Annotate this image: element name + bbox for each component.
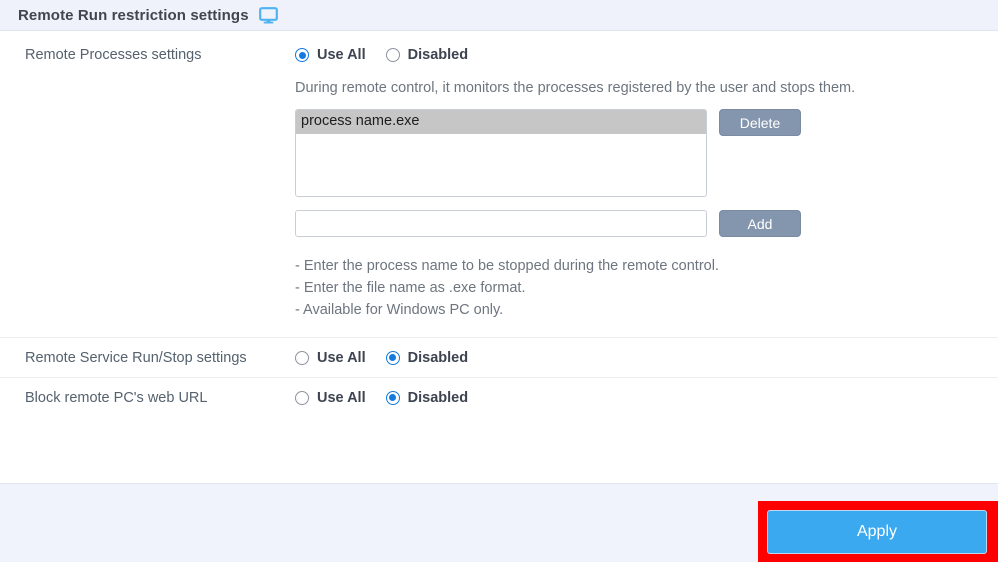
delete-button[interactable]: Delete xyxy=(719,109,801,136)
row-content-block-url: Use All Disabled xyxy=(295,388,998,408)
radio-mark-icon xyxy=(295,350,309,365)
radio-remote-processes-disabled[interactable]: Disabled xyxy=(385,47,469,63)
apply-button[interactable]: Apply xyxy=(767,510,987,554)
radio-label: Use All xyxy=(317,389,366,406)
row-content-remote-service: Use All Disabled xyxy=(295,348,998,368)
note-line: - Enter the file name as .exe format. xyxy=(295,280,526,296)
apply-button-annotation-highlight: Apply xyxy=(758,501,998,562)
add-button[interactable]: Add xyxy=(719,210,801,237)
radio-label: Disabled xyxy=(407,389,469,406)
row-label-remote-processes: Remote Processes settings xyxy=(25,47,202,63)
process-list-box[interactable]: process name.exe xyxy=(295,109,707,197)
radio-group-block-url: Use All Disabled xyxy=(295,388,468,408)
radio-mark-icon xyxy=(385,350,400,365)
radio-label: Disabled xyxy=(407,47,469,63)
radio-group-remote-service: Use All Disabled xyxy=(295,348,468,368)
row-label-block-url: Block remote PC's web URL xyxy=(25,389,208,406)
panel-body: Remote Processes settings Use All Disabl… xyxy=(0,31,998,417)
remote-processes-description: During remote control, it monitors the p… xyxy=(295,80,856,96)
radio-remote-processes-use-all[interactable]: Use All xyxy=(295,47,366,63)
process-list-area: process name.exe Delete xyxy=(295,109,988,197)
row-remote-service: Remote Service Run/Stop settings Use All… xyxy=(0,337,998,377)
note-line: - Available for Windows PC only. xyxy=(295,302,504,318)
radio-mark-icon xyxy=(385,48,400,62)
row-remote-processes: Remote Processes settings Use All Disabl… xyxy=(0,31,998,337)
page-title: Remote Run restriction settings xyxy=(18,6,249,24)
radio-label: Disabled xyxy=(407,349,469,366)
radio-mark-icon xyxy=(295,48,309,62)
radio-group-remote-processes: Use All Disabled xyxy=(295,45,988,65)
panel-footer: Apply xyxy=(0,483,998,562)
process-notes: - Enter the process name to be stopped d… xyxy=(295,255,988,337)
note-line: - Enter the process name to be stopped d… xyxy=(295,258,719,274)
list-item[interactable]: process name.exe xyxy=(296,110,706,134)
monitor-icon xyxy=(258,6,278,24)
row-label-remote-service: Remote Service Run/Stop settings xyxy=(25,349,247,366)
process-name-input[interactable] xyxy=(295,210,707,237)
radio-block-url-use-all[interactable]: Use All xyxy=(295,390,366,406)
panel-header: Remote Run restriction settings xyxy=(0,0,998,31)
process-input-area: Add xyxy=(295,210,988,237)
radio-remote-service-use-all[interactable]: Use All xyxy=(295,350,366,366)
remote-run-restriction-settings-panel: Remote Run restriction settings Remote P… xyxy=(0,0,998,562)
radio-remote-service-disabled[interactable]: Disabled xyxy=(385,349,469,366)
row-content-remote-processes: Use All Disabled During remote control, … xyxy=(295,45,998,337)
radio-label: Use All xyxy=(317,47,366,63)
radio-mark-icon xyxy=(295,390,309,405)
radio-block-url-disabled[interactable]: Disabled xyxy=(385,389,469,406)
row-block-url: Block remote PC's web URL Use All Disabl… xyxy=(0,377,998,417)
radio-mark-icon xyxy=(385,390,400,405)
radio-label: Use All xyxy=(317,349,366,366)
